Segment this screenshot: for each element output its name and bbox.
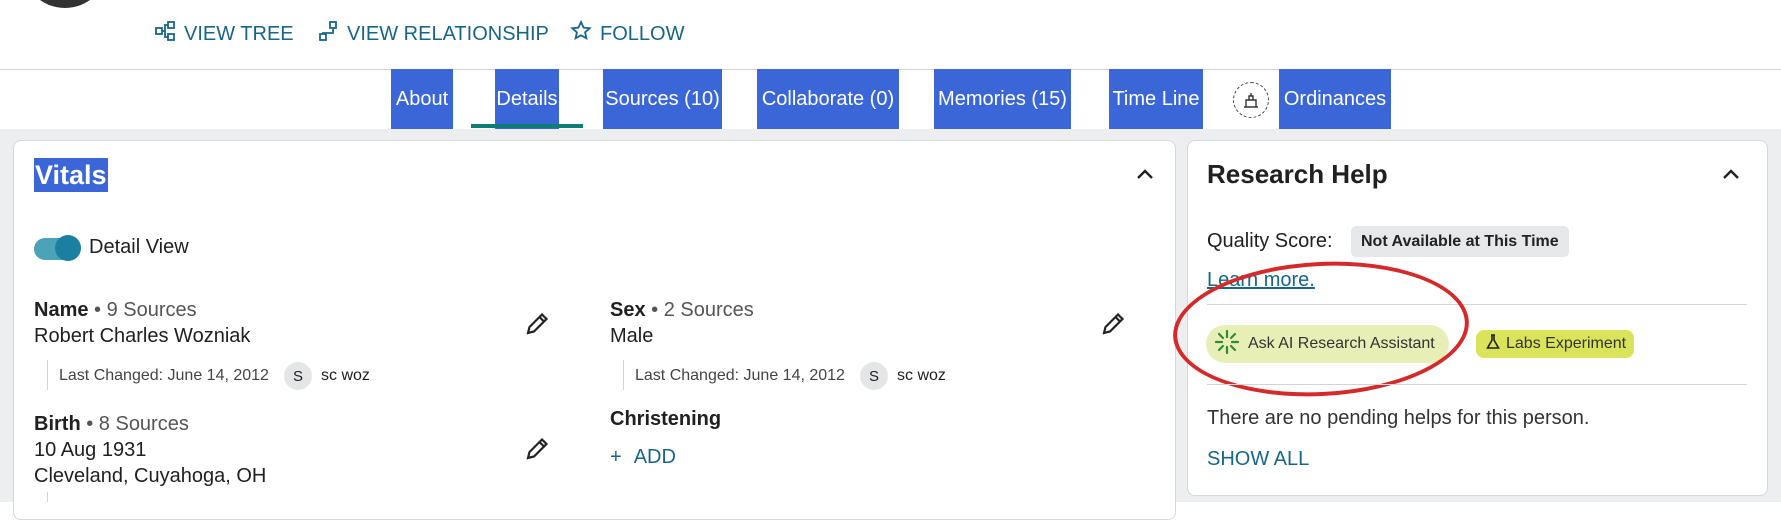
tab-memories[interactable]: Memories (15) xyxy=(934,69,1071,129)
name-sources[interactable]: • 9 Sources xyxy=(94,299,197,321)
contributor-avatar[interactable]: S xyxy=(284,362,312,390)
plus-icon: + xyxy=(610,446,622,468)
contributor-avatar[interactable]: S xyxy=(860,362,888,390)
pencil-icon xyxy=(526,312,549,335)
sex-last-changed: Last Changed: June 14, 2012 xyxy=(635,367,845,384)
view-tree-link[interactable]: VIEW TREE xyxy=(154,20,294,48)
edit-sex-button[interactable] xyxy=(1098,309,1128,339)
view-relationship-link[interactable]: VIEW RELATIONSHIP xyxy=(317,20,549,48)
pencil-icon xyxy=(526,437,549,460)
view-relationship-label: VIEW RELATIONSHIP xyxy=(347,22,549,45)
name-value: Robert Charles Wozniak xyxy=(34,325,251,347)
sex-sources[interactable]: • 2 Sources xyxy=(651,299,754,321)
research-help-title: Research Help xyxy=(1207,159,1388,189)
tab-details[interactable]: Details xyxy=(495,69,559,129)
quality-score-label: Quality Score: xyxy=(1207,230,1333,252)
name-heading: Name • 9 Sources xyxy=(34,299,197,322)
tab-about[interactable]: About xyxy=(391,69,453,129)
toggle-knob xyxy=(55,235,81,261)
birth-label: Birth xyxy=(34,413,81,435)
birth-place: Cleveland, Cuyahoga, OH xyxy=(34,465,267,487)
sex-label: Sex xyxy=(610,299,646,321)
birth-heading: Birth • 8 Sources xyxy=(34,413,189,436)
birth-date: 10 Aug 1931 xyxy=(34,439,147,461)
tab-sources[interactable]: Sources (10) xyxy=(603,69,722,129)
divider xyxy=(1207,384,1747,385)
chevron-up-icon xyxy=(1723,169,1739,179)
follow-link[interactable]: FOLLOW xyxy=(570,19,685,48)
last-changed-rule xyxy=(47,360,48,390)
sex-heading: Sex • 2 Sources xyxy=(610,299,754,322)
add-christening-button[interactable]: + ADD xyxy=(610,446,676,469)
tree-icon xyxy=(154,20,176,48)
edit-name-button[interactable] xyxy=(522,309,552,339)
active-tab-indicator xyxy=(471,124,583,128)
show-all-link[interactable]: SHOW ALL xyxy=(1207,448,1309,471)
vitals-title: Vitals xyxy=(34,158,108,192)
christening-label: Christening xyxy=(610,408,722,430)
follow-label: FOLLOW xyxy=(600,22,685,45)
tab-time-line[interactable]: Time Line xyxy=(1109,69,1203,129)
pencil-icon xyxy=(1102,312,1125,335)
detail-view-label: Detail View xyxy=(89,236,189,258)
quality-score-badge: Not Available at This Time xyxy=(1351,226,1569,257)
contributor-name[interactable]: sc woz xyxy=(321,367,370,385)
tab-ordinances[interactable]: Ordinances xyxy=(1279,69,1391,129)
labs-experiment-badge: Labs Experiment xyxy=(1476,330,1635,358)
add-christening-label: ADD xyxy=(633,446,676,468)
relationship-icon xyxy=(317,20,339,48)
name-last-changed: Last Changed: June 14, 2012 xyxy=(59,367,269,384)
birth-sources[interactable]: • 8 Sources xyxy=(86,413,189,435)
temple-icon xyxy=(1233,82,1269,118)
tab-collaborate[interactable]: Collaborate (0) xyxy=(757,69,899,129)
last-changed-rule xyxy=(623,360,624,390)
labs-experiment-label: Labs Experiment xyxy=(1506,335,1627,352)
name-label: Name xyxy=(34,299,89,321)
view-tree-label: VIEW TREE xyxy=(184,22,294,45)
vitals-collapse-button[interactable] xyxy=(1133,163,1157,187)
chevron-up-icon xyxy=(1137,169,1153,179)
contributor-name[interactable]: sc woz xyxy=(897,367,946,385)
no-pending-helps-text: There are no pending helps for this pers… xyxy=(1207,407,1590,429)
christening-heading: Christening xyxy=(610,408,721,431)
last-changed-rule xyxy=(47,492,48,502)
flask-icon xyxy=(1484,333,1502,356)
star-icon xyxy=(570,19,592,48)
edit-birth-button[interactable] xyxy=(522,434,552,464)
sex-value: Male xyxy=(610,325,654,347)
research-help-collapse-button[interactable] xyxy=(1719,163,1743,187)
